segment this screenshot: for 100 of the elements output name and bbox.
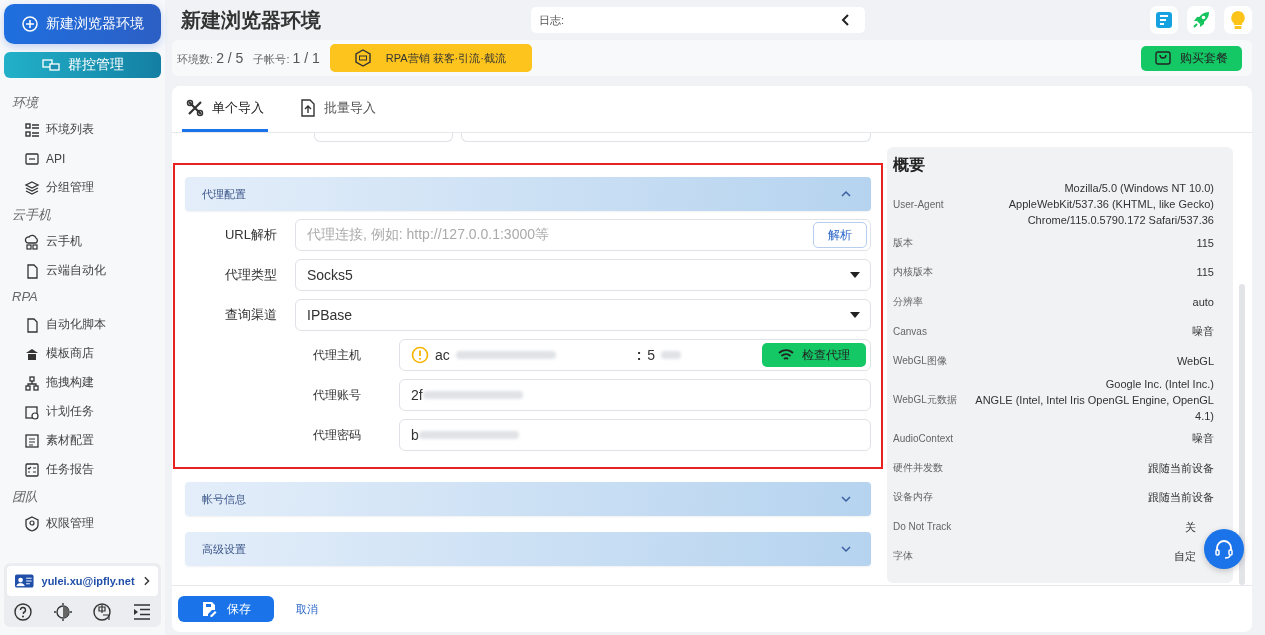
field-label: URL解析 [224, 226, 278, 244]
summary-value: 关 [1185, 519, 1196, 535]
layers-icon [24, 179, 40, 196]
section-title: 环境 [11, 94, 40, 112]
accordion-header[interactable]: 帐号信息 [185, 482, 871, 516]
summary-value: 自定 [1174, 549, 1196, 565]
dropdown[interactable]: IPBase [295, 299, 871, 331]
warning-icon [411, 346, 429, 364]
buy-plan-button[interactable]: 购买套餐 [1141, 45, 1242, 71]
hexagon-icon [353, 49, 372, 67]
summary-label: 字体 [893, 549, 913, 564]
cancel-link[interactable]: 取消 [296, 601, 318, 617]
input-field[interactable]: b [399, 419, 871, 451]
accordion-title: 高级设置 [202, 541, 246, 557]
summary-value: 噪音 [1192, 324, 1214, 340]
section-title: RPA [11, 288, 39, 306]
sidebar-item[interactable]: 权限管理 [4, 509, 161, 538]
id-card-icon [15, 574, 34, 588]
summary-label: 分辨率 [893, 294, 923, 309]
section-title: 团队 [11, 488, 39, 506]
shield-icon [24, 515, 40, 532]
new-environment-button[interactable]: 新建浏览器环境 [4, 4, 161, 44]
stat-text: 环境数: 2 / 5 [177, 49, 244, 67]
summary-label: WebGL元数据 [893, 392, 957, 407]
summary-value: Google Inc. (Intel Inc.) ANGLE (Intel, Intel Iris OpenGL Engine, OpenGL 4.1) [975, 376, 1214, 424]
summary-label: 设备内存 [893, 490, 933, 505]
sidebar-item[interactable]: 自动化脚本 [4, 310, 161, 339]
chip-icon [24, 150, 40, 167]
field-label: 查询渠道 [224, 306, 278, 324]
plus-icon [21, 16, 38, 32]
save-button[interactable]: 保存 [178, 596, 274, 622]
document-icon [1155, 11, 1173, 29]
tab[interactable]: 批量导入 [296, 86, 380, 132]
field-label: 代理主机 [312, 346, 362, 364]
dropdown[interactable]: Socks5 [295, 259, 871, 291]
summary-label: 硬件并发数 [893, 460, 943, 475]
url-field[interactable]: 代理连接, 例如: http://127.0.0.1:3000等 解析 [295, 219, 871, 251]
parse-button[interactable]: 解析 [813, 222, 867, 248]
account-link[interactable]: yulei.xu@ipfly.net [7, 566, 158, 596]
summary-label: Canvas [893, 325, 927, 337]
help-icon[interactable] [13, 602, 33, 622]
page-title: 新建浏览器环境 [181, 7, 322, 33]
separator-text: : [636, 347, 642, 363]
sidebar-item[interactable]: 云端自动化 [4, 256, 161, 285]
summary-value: 跟随当前设备 [1148, 490, 1214, 506]
contrast-icon[interactable] [52, 602, 73, 622]
input-field[interactable]: 2f [399, 379, 871, 411]
sidebar-item[interactable]: 任务报告 [4, 455, 161, 484]
group-control-button[interactable]: 群控管理 [4, 52, 161, 78]
lightbulb-icon [1229, 10, 1247, 30]
redacted-mark [661, 351, 682, 359]
sidebar-item[interactable]: 计划任务 [4, 397, 161, 426]
sidebar-item[interactable]: 云手机 [4, 227, 161, 256]
accordion-title: 帐号信息 [202, 491, 246, 507]
accordion-header[interactable]: 高级设置 [185, 532, 871, 566]
section-title: 云手机 [11, 206, 52, 224]
check-proxy-button[interactable]: 检查代理 [762, 343, 866, 367]
summary-label: 版本 [893, 235, 913, 250]
accordion-title: 代理配置 [202, 186, 246, 202]
sidebar-item[interactable]: 环境列表 [4, 115, 161, 144]
summary-value: 115 [1196, 265, 1214, 281]
summary-label: WebGL图像 [893, 353, 947, 368]
headset-icon [1213, 538, 1235, 560]
tab[interactable]: 单个导入 [182, 86, 268, 132]
file-icon [24, 262, 40, 279]
field-label: 代理账号 [312, 386, 362, 404]
summary-label: 内核版本 [893, 265, 933, 280]
menu-icon[interactable] [131, 602, 152, 622]
summary-label: User-Agent [893, 198, 944, 210]
file-upload-icon [300, 98, 316, 117]
summary-value: WebGL [1176, 353, 1214, 369]
summary-value: 噪音 [1192, 431, 1214, 447]
field-label: 代理密码 [312, 426, 362, 444]
sidebar-item[interactable]: 模板商店 [4, 339, 161, 368]
checklist-icon [24, 461, 40, 478]
sidebar-item[interactable]: 拖拽构建 [4, 368, 161, 397]
scrollbar-thumb[interactable] [1239, 284, 1245, 585]
list-icon [24, 121, 40, 138]
sidebar-item[interactable]: API [4, 144, 161, 173]
bag-icon [1155, 51, 1171, 65]
notes-button[interactable] [1150, 6, 1178, 34]
summary-value: auto [1192, 294, 1214, 310]
sidebar-item[interactable]: 分组管理 [4, 173, 161, 202]
field-label: 代理类型 [224, 266, 278, 284]
stat-text: 子帐号: 1 / 1 [253, 49, 320, 67]
chevron-right-icon [142, 576, 150, 586]
host-field[interactable]: ac [435, 347, 450, 363]
promo-text: RPA营销 获客·引流·截流 [385, 50, 506, 66]
language-icon[interactable] [92, 602, 113, 622]
port-field[interactable]: 5 [647, 347, 656, 363]
summary-label: Do Not Track [893, 521, 952, 533]
rocket-button[interactable] [1187, 6, 1215, 34]
promo-banner[interactable]: RPA营销 获客·引流·截流 [329, 44, 532, 72]
rocket-icon [1191, 10, 1211, 30]
log-field[interactable]: 日志: [531, 7, 865, 33]
chevron-left-icon [841, 14, 851, 26]
tools-icon [186, 98, 204, 117]
sidebar-item[interactable]: 素材配置 [4, 426, 161, 455]
accordion-header[interactable]: 代理配置 [185, 177, 871, 211]
summary-value: Mozilla/5.0 (Windows NT 10.0) AppleWebKit/537.36 (KHTML, like Gecko) Chrome/115.0.5790.172 Safari/537.36 [1008, 181, 1214, 228]
